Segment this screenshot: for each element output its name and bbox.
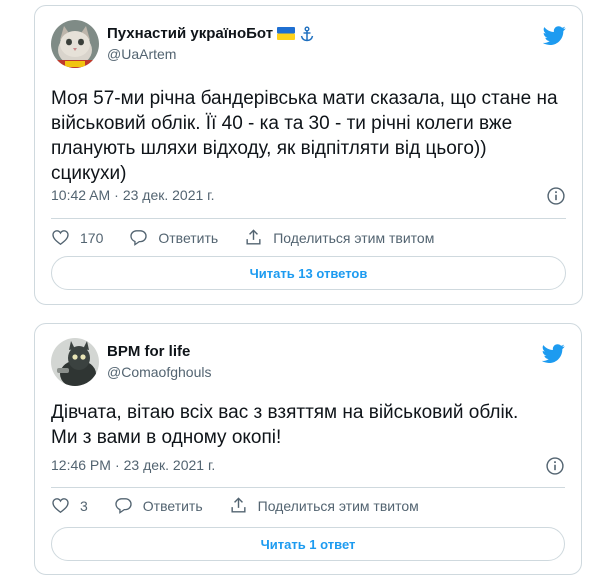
read-replies-button[interactable]: Читать 1 ответ: [51, 527, 565, 561]
reply-label: Ответить: [142, 497, 203, 514]
dark-figure-avatar-image: [51, 338, 99, 386]
tweet-date[interactable]: 23 дек. 2021 г.: [124, 457, 216, 473]
meta-separator: ·: [114, 187, 119, 203]
info-icon[interactable]: [545, 456, 565, 476]
reply-button[interactable]: Ответить: [129, 228, 218, 247]
tweet-timestamp[interactable]: 10:42 AM · 23 дек. 2021 г.: [51, 187, 214, 203]
info-icon[interactable]: [546, 186, 566, 206]
read-replies-button[interactable]: Читать 13 ответов: [51, 256, 566, 290]
tweet-time[interactable]: 12:46 PM: [51, 457, 111, 473]
ukraine-flag-icon: [277, 27, 296, 40]
avatar[interactable]: [51, 338, 99, 386]
tweet-actions: 3 Ответить Поделиться этим твитом: [51, 496, 419, 515]
heart-icon: [52, 498, 69, 514]
reply-button[interactable]: Ответить: [114, 496, 203, 515]
reply-bubble-icon: [130, 230, 148, 246]
share-upload-icon: [246, 229, 261, 245]
meta-separator: ·: [114, 457, 120, 473]
share-upload-icon: [231, 497, 246, 513]
cat-avatar-image: [51, 20, 99, 68]
like-count: 3: [80, 497, 88, 514]
tweet-time[interactable]: 10:42 AM: [51, 187, 110, 203]
like-button[interactable]: 3: [51, 496, 88, 515]
anchor-icon: [300, 26, 314, 41]
reply-label: Ответить: [158, 229, 219, 246]
tweet-actions: 170 Ответить Поделиться этим твитом: [51, 228, 434, 247]
tweet-timestamp[interactable]: 12:46 PM · 23 дек. 2021 г.: [51, 457, 215, 473]
display-name[interactable]: Пухнастий україноБот: [107, 25, 273, 42]
twitter-bird-icon[interactable]: [543, 24, 566, 47]
share-button[interactable]: Поделиться этим твитом: [229, 496, 419, 515]
tweet-date[interactable]: 23 дек. 2021 г.: [123, 187, 215, 203]
author-name-row[interactable]: Пухнастий україноБот: [107, 25, 315, 42]
divider: [51, 487, 565, 488]
tweet-card: Пухнастий україноБот @UaArtem Моя 57-ми …: [34, 5, 583, 305]
heart-icon: [52, 230, 69, 246]
share-button[interactable]: Поделиться этим твитом: [244, 228, 434, 247]
handle[interactable]: @Comaofghouls: [107, 364, 212, 380]
handle[interactable]: @UaArtem: [107, 46, 176, 62]
display-name[interactable]: BPM for life: [107, 343, 190, 360]
avatar[interactable]: [51, 20, 99, 68]
reply-bubble-icon: [115, 498, 132, 514]
divider: [51, 218, 566, 219]
tweet-card: BPM for life @Comaofghouls Дівчата, віта…: [34, 323, 582, 575]
tweet-text: Дівчата, вітаю всіх вас з взяттям на вій…: [51, 402, 519, 448]
twitter-bird-icon[interactable]: [542, 342, 565, 365]
tweet-text: Моя 57-ми річна бандерівська мати сказал…: [51, 88, 558, 184]
author-name-row[interactable]: BPM for life: [107, 343, 190, 360]
like-count: 170: [80, 229, 104, 246]
share-label: Поделиться этим твитом: [273, 229, 435, 246]
like-button[interactable]: 170: [51, 228, 103, 247]
share-label: Поделиться этим твитом: [257, 497, 419, 514]
